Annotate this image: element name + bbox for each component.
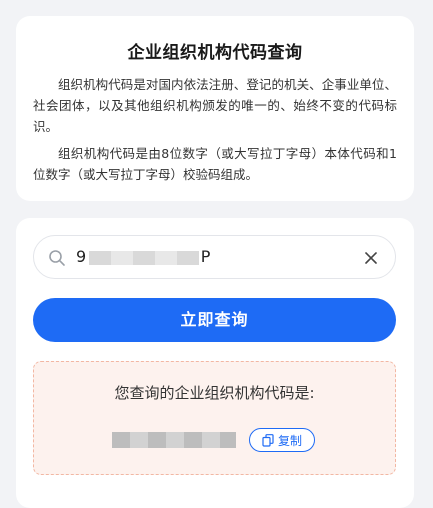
search-icon	[49, 250, 65, 266]
masked-text	[88, 250, 199, 265]
org-code-value	[112, 432, 236, 448]
page-title: 企业组织机构代码查询	[127, 43, 303, 63]
search-input[interactable]: 9P	[33, 235, 396, 279]
search-value-prefix: 9	[76, 247, 87, 266]
info-card: 企业组织机构代码查询 组织机构代码是对国内依法注册、登记的机关、企事业单位、社会…	[16, 16, 414, 201]
search-value[interactable]: 9P	[76, 247, 211, 266]
description-paragraph-2: 组织机构代码是由8位数字（或大写拉丁字母）本体代码和1位数字（或大写拉丁字母）校…	[33, 146, 397, 182]
close-icon[interactable]	[363, 250, 379, 266]
copy-button[interactable]: 复制	[249, 428, 315, 452]
result-label: 您查询的企业组织机构代码是:	[114, 384, 315, 402]
search-value-suffix: P	[200, 247, 211, 266]
masked-code	[112, 432, 236, 448]
copy-button-label: 复制	[277, 433, 302, 448]
result-panel: 您查询的企业组织机构代码是: 复制	[33, 361, 396, 475]
search-card: 9P 立即查询 您查询的企业组织机构代码是: 复制	[16, 218, 414, 508]
query-button[interactable]: 立即查询	[33, 298, 396, 342]
copy-icon	[262, 433, 274, 447]
description-paragraph-1: 组织机构代码是对国内依法注册、登记的机关、企事业单位、社会团体，以及其他组织机构…	[33, 77, 397, 134]
